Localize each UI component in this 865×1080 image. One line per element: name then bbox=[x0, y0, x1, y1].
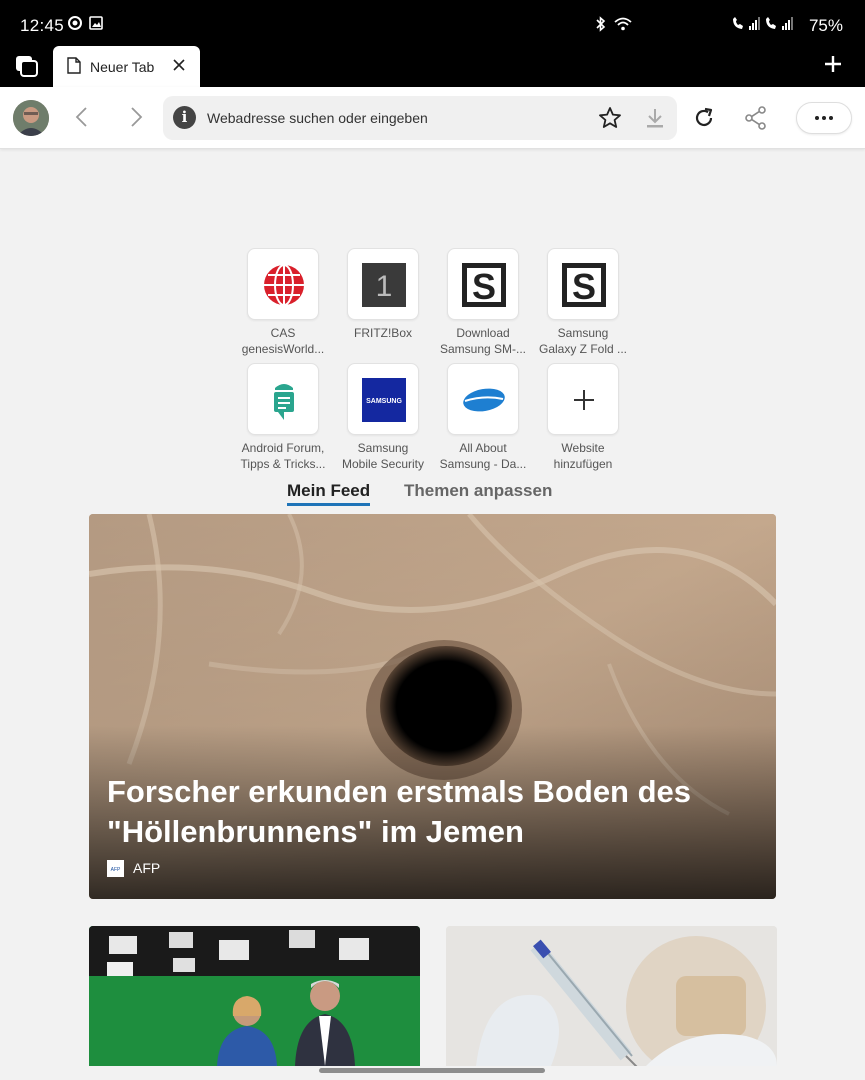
tile-label: FRITZ!Box bbox=[353, 326, 412, 340]
new-tab-button[interactable] bbox=[823, 54, 843, 79]
fritzbox-icon: 1 bbox=[347, 248, 419, 320]
add-website-tile[interactable]: Website hinzufügen bbox=[538, 363, 628, 472]
download-icon[interactable] bbox=[643, 106, 667, 135]
article-card[interactable] bbox=[446, 926, 777, 1066]
plus-icon bbox=[825, 56, 841, 72]
document-icon bbox=[67, 57, 81, 79]
speed-dial-tile[interactable]: Android Forum, Tipps & Tricks... bbox=[238, 363, 328, 472]
plus-icon bbox=[547, 363, 619, 435]
cas-globe-icon bbox=[247, 248, 319, 320]
svg-text:SAMSUNG: SAMSUNG bbox=[366, 398, 402, 405]
android-forum-icon bbox=[247, 363, 319, 435]
chevron-left-icon bbox=[75, 107, 87, 127]
svg-text:S: S bbox=[572, 266, 596, 307]
location-icon bbox=[68, 16, 82, 35]
hero-article-card[interactable]: Forscher erkunden erstmals Boden des "Hö… bbox=[89, 514, 776, 899]
chevron-right-icon bbox=[131, 107, 143, 127]
browser-toolbar: i bbox=[0, 87, 865, 149]
wifi-icon bbox=[613, 16, 633, 37]
tab-switcher-icon bbox=[16, 56, 38, 77]
gesture-home-bar[interactable] bbox=[319, 1068, 545, 1073]
tab-my-feed[interactable]: Mein Feed bbox=[287, 481, 371, 506]
speed-dial-tile[interactable]: S Download Samsung SM-... bbox=[438, 248, 528, 357]
call-signal-2-icon bbox=[764, 16, 794, 37]
article-image bbox=[89, 926, 420, 1066]
back-button[interactable] bbox=[73, 106, 93, 133]
speed-dial-tile[interactable]: SAMSUNG Samsung Mobile Security bbox=[338, 363, 428, 472]
s-logo-icon: S bbox=[447, 248, 519, 320]
share-button[interactable] bbox=[744, 105, 768, 136]
afp-logo-icon: AFP bbox=[107, 860, 124, 877]
tile-label: Android Forum, Tipps & Tricks... bbox=[240, 441, 326, 471]
more-menu-button[interactable] bbox=[796, 102, 852, 134]
tile-label: Samsung Galaxy Z Fold ... bbox=[538, 326, 628, 356]
samsung-ellipse-icon bbox=[447, 363, 519, 435]
more-dots-icon bbox=[815, 116, 833, 120]
article-image bbox=[446, 926, 777, 1066]
tab-switcher-button[interactable] bbox=[14, 54, 40, 78]
feed-tabs: Mein Feed Themen anpassen bbox=[0, 481, 865, 511]
hero-article-source: AFP bbox=[133, 860, 161, 876]
reload-icon bbox=[695, 107, 713, 127]
battery-level: 75% bbox=[808, 16, 843, 35]
info-icon[interactable]: i bbox=[173, 106, 196, 129]
bluetooth-icon bbox=[595, 16, 607, 37]
samsung-logo-icon: SAMSUNG bbox=[347, 363, 419, 435]
speed-dial-tile[interactable]: CAS genesisWorld... bbox=[238, 248, 328, 357]
status-time: 12:45 bbox=[20, 16, 65, 35]
tile-label: Samsung Mobile Security bbox=[341, 441, 425, 471]
share-icon bbox=[745, 106, 766, 130]
favorite-star-icon[interactable] bbox=[598, 106, 622, 135]
tile-label: Website hinzufügen bbox=[553, 441, 613, 471]
hero-article-title: Forscher erkunden erstmals Boden des "Hö… bbox=[107, 774, 692, 849]
s-logo-icon: S bbox=[547, 248, 619, 320]
svg-text:1: 1 bbox=[376, 270, 393, 303]
svg-text:AFP: AFP bbox=[111, 867, 121, 873]
tile-label: Download Samsung SM-... bbox=[439, 326, 527, 356]
reload-button[interactable] bbox=[692, 106, 716, 135]
tile-label: CAS genesisWorld... bbox=[241, 326, 325, 356]
article-card[interactable] bbox=[89, 926, 420, 1066]
tab-customize-topics[interactable]: Themen anpassen bbox=[404, 481, 552, 501]
close-tab-icon[interactable] bbox=[172, 58, 186, 77]
tile-label: All About Samsung - Da... bbox=[439, 441, 527, 471]
address-input[interactable] bbox=[207, 96, 587, 140]
address-bar[interactable]: i bbox=[163, 96, 677, 140]
forward-button[interactable] bbox=[126, 106, 146, 133]
svg-text:S: S bbox=[472, 266, 496, 307]
speed-dial-tile[interactable]: 1 FRITZ!Box bbox=[338, 248, 428, 341]
profile-avatar[interactable] bbox=[13, 100, 49, 136]
tab-bar: Neuer Tab bbox=[0, 40, 865, 87]
tab-new-tab[interactable]: Neuer Tab bbox=[53, 46, 200, 87]
gallery-icon bbox=[89, 16, 103, 35]
speed-dial-tile[interactable]: All About Samsung - Da... bbox=[438, 363, 528, 472]
call-signal-1-icon bbox=[731, 16, 761, 37]
speed-dial-tile[interactable]: S Samsung Galaxy Z Fold ... bbox=[538, 248, 628, 357]
tab-title: Neuer Tab bbox=[90, 59, 155, 75]
